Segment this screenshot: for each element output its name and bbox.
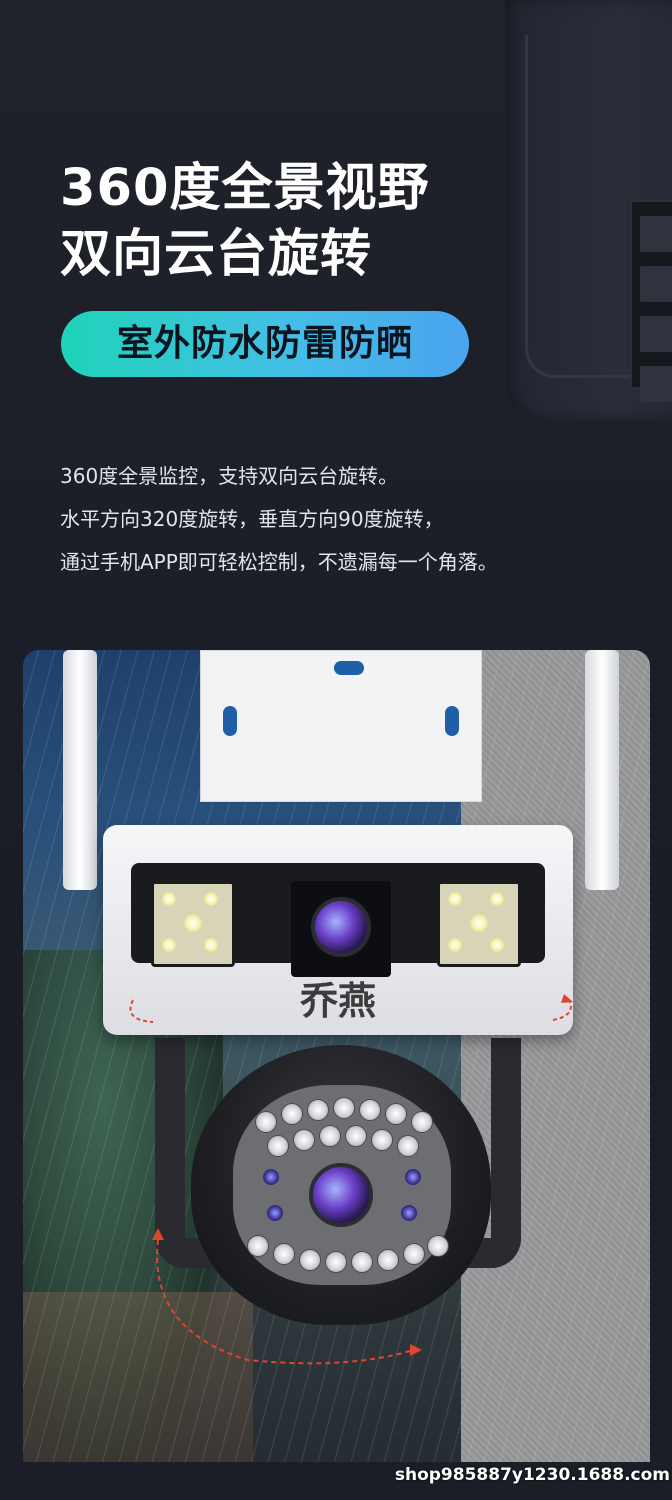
upper-lens [311,897,371,957]
headline-line-2: 双向云台旋转 [60,225,373,284]
description-line-2: 水平方向320度旋转，垂直方向90度旋转， [60,507,444,531]
rotation-arrow-horizontal-icon [129,994,573,1023]
camera-front-band [131,863,545,977]
antenna-right [585,650,619,890]
description-block: 360度全景监控，支持双向云台旋转。 水平方向320度旋转，垂直方向90度旋转，… [60,455,620,584]
headline-line-1: 360度全景视野 [60,159,430,218]
mount-bracket [200,650,482,802]
antenna-left [63,650,97,890]
spotlight-left [151,881,235,967]
rotation-arrow-vertical-icon [152,1228,422,1365]
upper-lens-housing [291,881,391,977]
product-photo: 乔燕 [23,650,650,1462]
lower-lens [309,1163,373,1227]
spotlight-right [437,881,521,967]
headline: 360度全景视野 双向云台旋转 [60,156,429,288]
feature-pill: 室外防水防雷防晒 [61,311,469,377]
description-line-3: 通过手机APP即可轻松控制，不遗漏每一个角落。 [60,550,498,574]
camera-silhouette-graphic [505,0,672,420]
product-detail-page: 360度全景视野 双向云台旋转 室外防水防雷防晒 360度全景监控，支持双向云台… [0,0,672,1500]
shop-watermark: shop985887y1230.1688.com [394,1465,670,1485]
description-line-1: 360度全景监控，支持双向云台旋转。 [60,464,399,488]
